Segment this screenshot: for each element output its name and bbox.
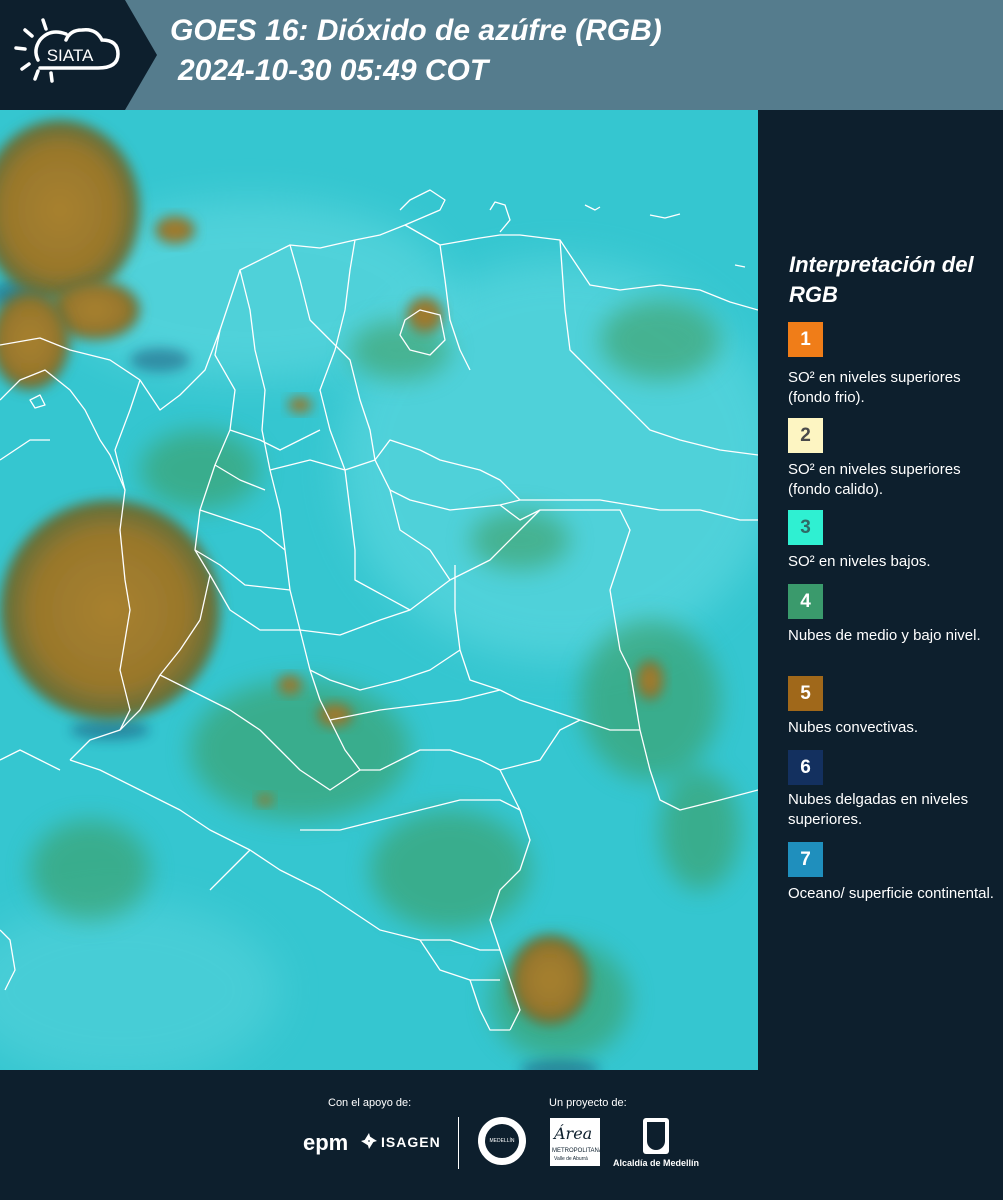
legend-title: Interpretación del RGB xyxy=(789,252,974,307)
legend-number-2: 2 xyxy=(800,424,811,446)
isagen-icon xyxy=(361,1133,377,1149)
legend-swatch-3: 3 xyxy=(788,510,823,545)
alcaldia-shield-icon xyxy=(643,1118,669,1154)
support-label: Con el apoyo de: xyxy=(328,1097,412,1109)
legend-number-3: 3 xyxy=(800,516,811,538)
legend-number-1: 1 xyxy=(800,328,811,350)
legend-number-5: 5 xyxy=(800,682,811,704)
area-logo-text: Área xyxy=(554,1124,593,1143)
area-metropolitana-logo: Área METROPOLITANA Valle de Aburrá xyxy=(550,1118,603,1166)
siata-logo: SIATA xyxy=(0,0,160,110)
legend-label-3: SO² en niveles bajos. xyxy=(788,553,931,570)
satellite-image xyxy=(0,110,758,1070)
isagen-logo xyxy=(360,1132,378,1155)
legend-number-7: 7 xyxy=(800,848,811,870)
legend-label-7: Oceano/ superficie continental. xyxy=(788,885,994,902)
area-logo-subtitle2: Valle de Aburrá xyxy=(554,1156,588,1162)
legend-label-5: Nubes convectivas. xyxy=(788,719,919,736)
isagen-logo-text: ISAGEN xyxy=(381,1134,441,1150)
legend-number-6: 6 xyxy=(800,756,811,778)
legend-label-6: Nubes delgadas en niveles superiores. xyxy=(788,791,969,828)
legend-number-4: 4 xyxy=(800,590,811,612)
legend-swatch-5: 5 xyxy=(788,676,823,711)
seal-inner: MEDELLÍN xyxy=(485,1124,519,1158)
legend-swatch-4: 4 xyxy=(788,584,823,619)
legend-label-2: SO² en niveles superiores (fondo calido)… xyxy=(788,461,961,498)
seal-text: MEDELLÍN xyxy=(489,1138,515,1144)
area-logo-subtitle: METROPOLITANA xyxy=(552,1148,603,1154)
legend-swatch-6: 6 xyxy=(788,750,823,785)
epm-logo: epm xyxy=(303,1130,349,1155)
medellin-seal-logo: MEDELLÍN xyxy=(478,1117,526,1165)
header: SIATA GOES 16: Dióxido de azúfre (RGB) 2… xyxy=(0,0,1003,110)
legend-swatch-7: 7 xyxy=(788,842,823,877)
legend-swatch-1: 1 xyxy=(788,322,823,357)
footer: Con el apoyo de: Un proyecto de: epm ISA… xyxy=(0,1070,1003,1200)
project-label: Un proyecto de: xyxy=(549,1097,627,1109)
legend-swatch-2: 2 xyxy=(788,418,823,453)
legend-panel: Interpretación del RGB 1 SO² en niveles … xyxy=(758,110,1003,1070)
legend-label-1: SO² en niveles superiores (fondo frio). xyxy=(788,369,961,406)
legend-label-4: Nubes de medio y bajo nivel. xyxy=(788,627,981,644)
siata-logo-text: SIATA xyxy=(47,46,94,65)
footer-divider xyxy=(458,1117,459,1169)
satellite-map xyxy=(0,110,758,1070)
page-title: GOES 16: Dióxido de azúfre (RGB) xyxy=(170,14,662,47)
page-timestamp: 2024-10-30 05:49 COT xyxy=(178,54,489,87)
alcaldia-logo-text: Alcaldía de Medellín xyxy=(613,1158,700,1168)
